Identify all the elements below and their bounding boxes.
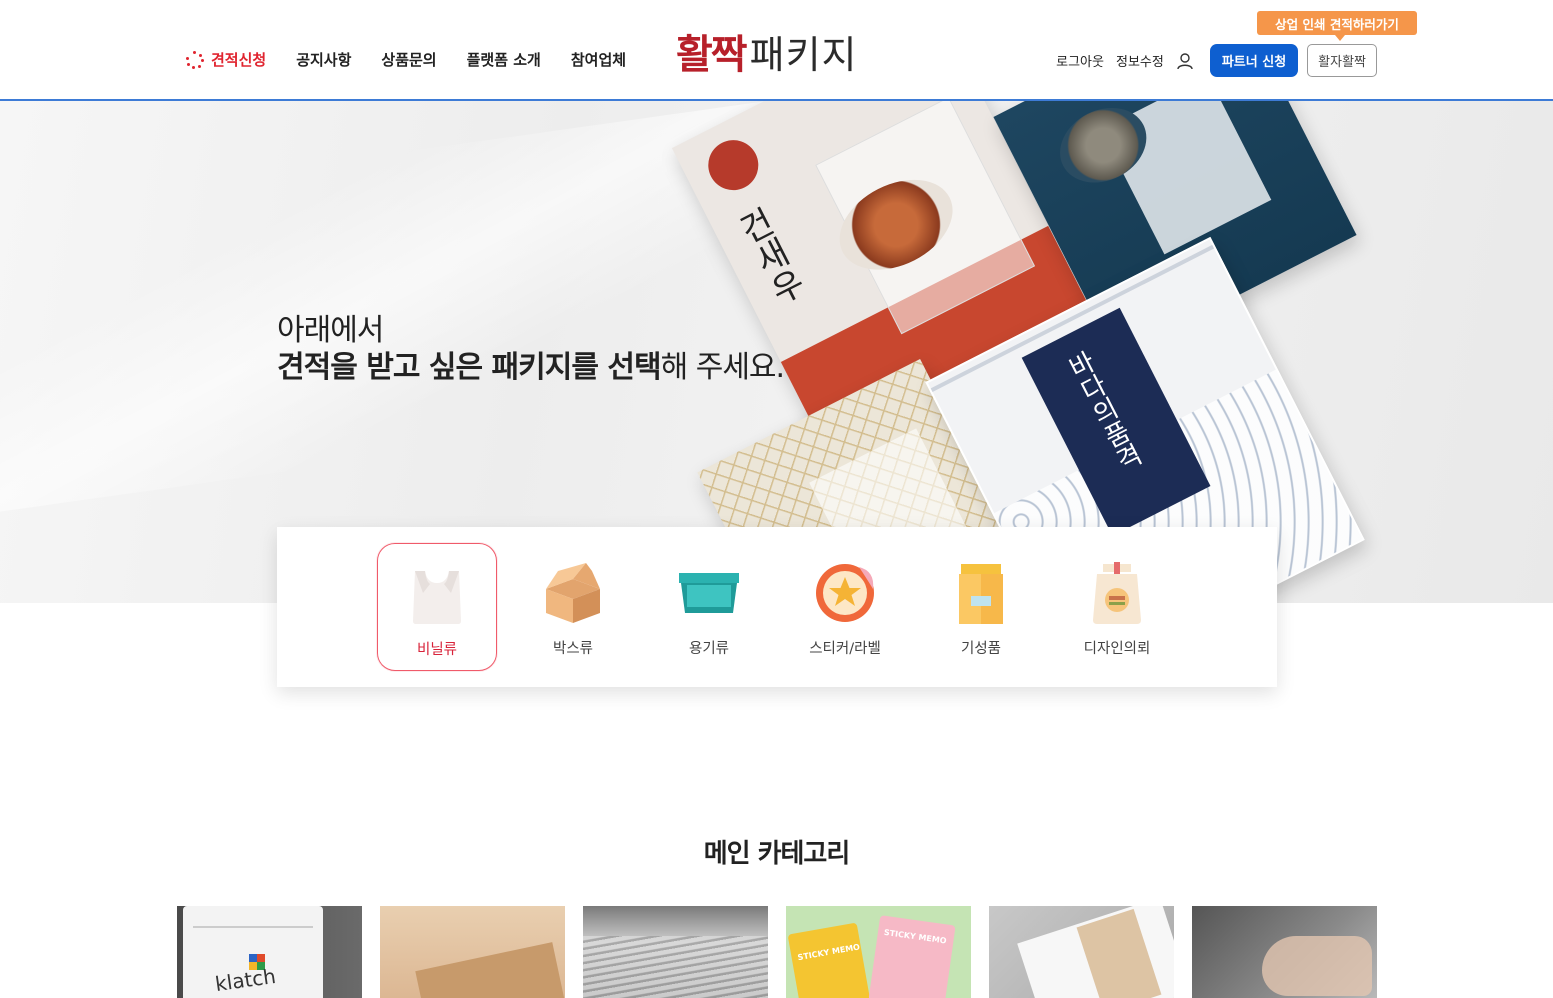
main-category-list: klatch STICKY MEMO STICKY MEMO (177, 906, 1377, 998)
package-category-selector: 비닐류 박스류 용기류 스티커/라벨 기성품 디자인의뢰 (277, 527, 1277, 687)
edit-profile-link[interactable]: 정보수정 (1116, 51, 1164, 70)
box-icon (541, 561, 605, 625)
nav-item-platform-intro[interactable]: 플랫폼 소개 (467, 49, 541, 70)
category-label: 스티커/라벨 (809, 641, 881, 657)
main-category-card-white-box[interactable] (989, 906, 1174, 998)
nav-item-label: 참여업체 (570, 51, 627, 69)
nav-item-partners[interactable]: 참여업체 (571, 49, 626, 70)
category-boxes[interactable]: 박스류 (513, 543, 633, 671)
user-icon[interactable] (1176, 52, 1194, 70)
nav-item-label: 상품문의 (381, 51, 437, 69)
main-category-card-kraft-box[interactable] (380, 906, 565, 998)
hwalja-button[interactable]: 활자활짝 (1307, 44, 1377, 77)
memo-label: STICKY MEMO (883, 927, 948, 946)
nav-item-product-inquiry[interactable]: 상품문의 (381, 49, 436, 70)
category-containers[interactable]: 용기류 (649, 543, 769, 671)
partner-apply-button[interactable]: 파트너 신청 (1209, 44, 1299, 77)
main-category-card-writing[interactable] (1192, 906, 1377, 998)
commercial-print-promo-tag[interactable]: 상업 인쇄 견적하러가기 (1257, 11, 1417, 41)
main-category-card-sticky-memo[interactable]: STICKY MEMO STICKY MEMO (786, 906, 971, 998)
main-category-card-coffee-pouch[interactable]: klatch (177, 906, 362, 998)
logout-link[interactable]: 로그아웃 (1056, 51, 1104, 70)
loading-dots-icon (186, 50, 204, 69)
nav-item-label: 견적신청 (211, 51, 267, 69)
category-design-request[interactable]: 디자인의뢰 (1057, 543, 1177, 671)
main-category-card-fabric[interactable] (583, 906, 768, 998)
nav-item-quote-request[interactable]: 견적신청 (186, 49, 266, 70)
logo-dark-text: 패키지 (749, 33, 858, 77)
category-plastic-bags[interactable]: 비닐류 (377, 543, 497, 671)
logo-red-text: 활짝 (676, 31, 748, 78)
plastic-bag-icon (405, 562, 469, 626)
main-nav: 견적신청 공지사항 상품문의 플랫폼 소개 참여업체 (186, 49, 656, 70)
category-label: 비닐류 (416, 642, 458, 658)
category-stickers-labels[interactable]: 스티커/라벨 (785, 543, 905, 671)
hero-heading-line2: 견적을 받고 싶은 패키지를 선택해 주세요. (277, 342, 785, 386)
nav-item-notice[interactable]: 공지사항 (296, 49, 351, 70)
category-ready-made[interactable]: 기성품 (921, 543, 1041, 671)
container-icon (677, 561, 741, 625)
package-title: 바다의품격 (1060, 346, 1146, 477)
memo-label: STICKY MEMO (796, 942, 861, 963)
sticker-icon (813, 561, 877, 625)
site-logo[interactable]: 활짝 패키지 (676, 24, 858, 80)
package-title: 건새우 (727, 202, 810, 312)
hero-heading-emphasis: 견적을 받고 싶은 패키지를 선택 (277, 350, 662, 385)
category-label: 용기류 (688, 641, 730, 657)
hero-heading-rest: 해 주세요. (660, 350, 785, 385)
category-label: 디자인의뢰 (1083, 641, 1151, 657)
design-request-icon (1085, 561, 1149, 625)
category-label: 기성품 (960, 641, 1002, 657)
nav-item-label: 플랫폼 소개 (466, 51, 541, 69)
ready-made-bag-icon (949, 561, 1013, 625)
category-label: 박스류 (552, 641, 594, 657)
main-category-title: 메인 카테고리 (703, 839, 851, 869)
user-menu: 로그아웃 정보수정 파트너 신청 활자활짝 (1056, 44, 1377, 77)
nav-item-label: 공지사항 (296, 51, 352, 69)
